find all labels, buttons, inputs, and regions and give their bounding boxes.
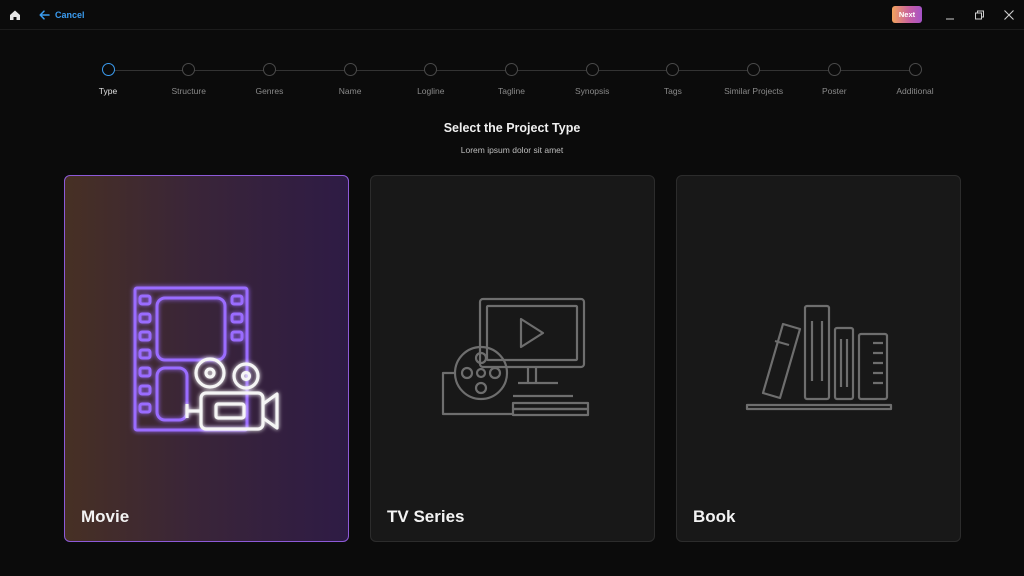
step-name[interactable]: Name [305, 63, 395, 96]
step-logline[interactable]: Logline [386, 63, 476, 96]
page-title: Select the Project Type [443, 121, 581, 135]
card-label: TV Series [387, 507, 465, 526]
step-poster[interactable]: Poster [789, 63, 879, 96]
home-icon[interactable] [8, 8, 22, 22]
step-label: Tags [663, 86, 682, 96]
step-dot [101, 63, 115, 76]
step-dot [505, 63, 518, 76]
title-bar: Cancel Next [0, 0, 1024, 30]
card-label: Book [693, 507, 736, 526]
books-icon [745, 304, 893, 411]
arrow-left-icon [39, 10, 50, 20]
step-tags[interactable]: Tags [628, 63, 718, 96]
step-label: Synopsis [574, 86, 610, 96]
step-label: Structure [171, 86, 206, 96]
step-tagline[interactable]: Tagline [467, 63, 557, 96]
step-genres[interactable]: Genres [224, 63, 314, 96]
step-label: Type [98, 86, 118, 96]
step-type[interactable]: Type [63, 63, 153, 96]
step-label: Poster [822, 86, 847, 96]
step-dot [343, 63, 357, 76]
restore-icon[interactable] [972, 8, 986, 22]
tv-reel-icon [441, 297, 590, 417]
step-dot [424, 63, 438, 76]
cancel-button[interactable]: Cancel [39, 8, 85, 22]
card-label: Movie [81, 507, 130, 526]
project-type-card-movie[interactable]: Movie [64, 175, 349, 542]
step-label: Logline [417, 86, 445, 96]
step-label: Similar Projects [724, 86, 784, 96]
close-icon[interactable] [1002, 8, 1016, 22]
step-structure[interactable]: Structure [144, 63, 234, 96]
step-label: Tagline [498, 86, 525, 96]
step-label: Additional [896, 86, 934, 96]
step-dot [262, 63, 276, 76]
step-additional[interactable]: Additional [870, 63, 960, 96]
page-subtitle: Lorem ipsum dolor sit amet [460, 145, 564, 155]
cancel-label: Cancel [55, 10, 85, 20]
film-camera-icon [133, 286, 279, 432]
minimize-icon[interactable] [943, 8, 957, 22]
step-similar-projects[interactable]: Similar Projects [709, 63, 799, 96]
next-button[interactable]: Next [892, 6, 922, 23]
project-type-card-book[interactable]: Book [676, 175, 961, 542]
project-type-card-tv-series[interactable]: TV Series [370, 175, 655, 542]
step-label: Genres [255, 86, 284, 96]
step-synopsis[interactable]: Synopsis [547, 63, 637, 96]
step-dot [827, 63, 841, 76]
step-dot [908, 63, 922, 76]
step-dot [747, 63, 761, 76]
step-label: Name [338, 86, 362, 96]
step-dot [666, 63, 680, 76]
step-dot [182, 63, 196, 76]
step-dot [585, 63, 599, 76]
